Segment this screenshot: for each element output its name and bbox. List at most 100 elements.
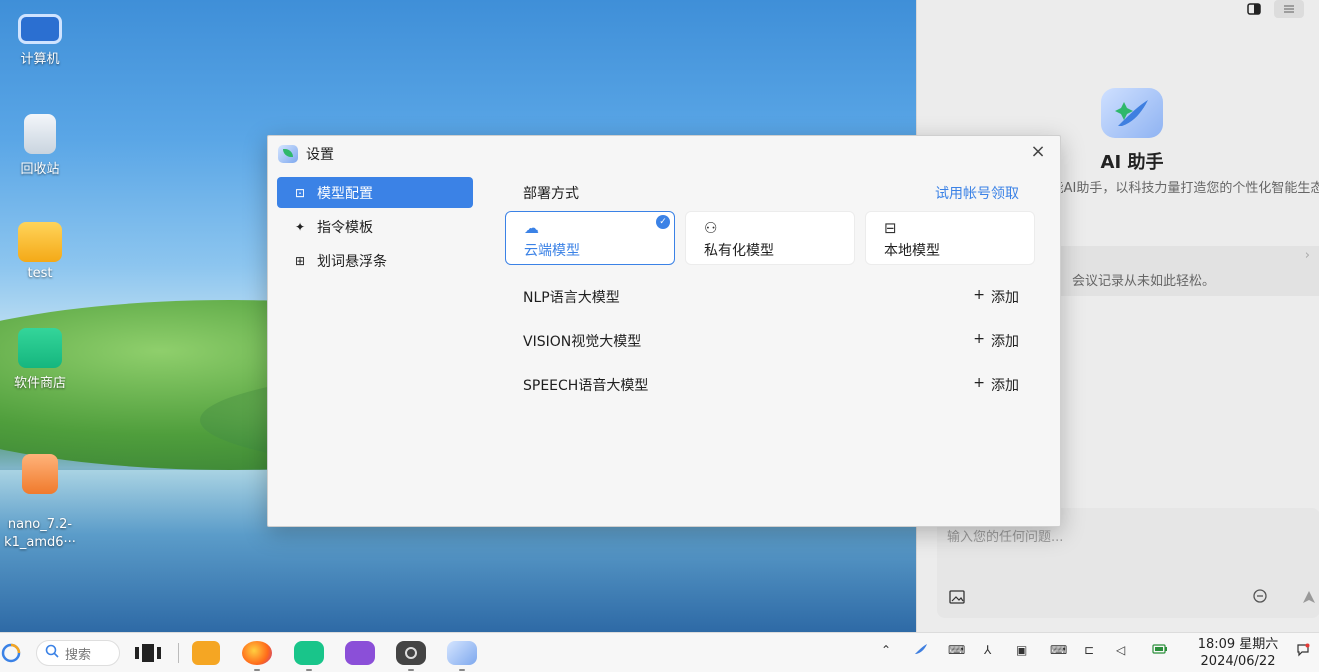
desktop-icon-software-store[interactable]: 软件商店	[0, 328, 80, 391]
sidebar-item-label: 模型配置	[317, 185, 373, 202]
multitask-view-icon[interactable]	[132, 641, 164, 665]
sidebar-item-model-config[interactable]: ⊡ 模型配置	[277, 177, 473, 208]
file-manager-icon[interactable]	[192, 641, 220, 665]
grid-icon: ⊞	[294, 253, 306, 268]
settings-dialog: 设置 × ⊡ 模型配置 ✦ 指令模板 ⊞ 划词悬浮条 部署方式 试用帐号领取 ☁…	[267, 135, 1061, 527]
plus-icon: +	[973, 375, 985, 391]
network-icon[interactable]: ⅄	[984, 643, 991, 657]
deployment-option-label: 私有化模型	[704, 243, 774, 259]
taskbar-clock[interactable]: 18:09 星期六 2024/06/22	[1190, 636, 1286, 670]
refresh-icon[interactable]	[1252, 588, 1268, 608]
ai-assistant-app-icon	[278, 145, 298, 163]
deployment-options: ☁ 云端模型 ✓ ⚇ 私有化模型 ⊟ 本地模型	[505, 211, 1037, 265]
desktop-icon-label: 计算机	[20, 52, 60, 67]
package-icon	[22, 454, 58, 494]
notification-center-icon[interactable]	[1296, 643, 1310, 660]
deployment-option-label: 云端模型	[524, 243, 580, 259]
clipboard-icon[interactable]: ▣	[1016, 643, 1027, 657]
ai-assistant-logo	[1101, 88, 1163, 138]
volume-icon[interactable]: ◁	[1116, 643, 1125, 657]
deployment-option-private[interactable]: ⚇ 私有化模型	[685, 211, 855, 265]
sidebar-item-command-templates[interactable]: ✦ 指令模板	[277, 211, 473, 242]
add-vision-model-button[interactable]: + 添加	[973, 331, 1019, 351]
search-placeholder: 搜索	[65, 647, 92, 663]
settings-content: 部署方式 试用帐号领取 ☁ 云端模型 ✓ ⚇ 私有化模型 ⊟ 本地模型 NLP语…	[505, 176, 1037, 407]
settings-app-icon[interactable]	[396, 641, 426, 665]
ai-feature-card-text: 会议记录从未如此轻松。	[1072, 274, 1216, 289]
desktop-icon-trash[interactable]: 回收站	[0, 114, 80, 177]
model-row-nlp: NLP语言大模型 + 添加	[505, 275, 1037, 319]
model-icon: ⊡	[294, 185, 306, 200]
start-menu-icon[interactable]	[0, 641, 22, 665]
deployment-heading: 部署方式	[523, 186, 579, 202]
plus-icon: +	[973, 331, 985, 347]
ai-assistant-taskbar-icon[interactable]	[447, 641, 477, 665]
plus-icon: +	[973, 287, 985, 303]
trial-account-link[interactable]: 试用帐号领取	[935, 183, 1019, 203]
keyboard-icon[interactable]: ⌨	[948, 643, 965, 657]
deployment-option-cloud[interactable]: ☁ 云端模型 ✓	[505, 211, 675, 265]
running-indicator	[254, 669, 260, 671]
sparkle-icon: ✦	[294, 219, 306, 234]
battery-icon[interactable]	[1152, 643, 1168, 657]
taskbar-search-input[interactable]: 搜索	[36, 640, 120, 666]
camera-app-icon[interactable]	[345, 641, 375, 665]
chevron-right-icon: ›	[1304, 248, 1310, 263]
deployment-option-local[interactable]: ⊟ 本地模型	[865, 211, 1035, 265]
desktop-icon-label: 回收站	[20, 162, 60, 177]
sidebar-item-label: 指令模板	[317, 219, 373, 236]
sidebar-item-selection-toolbar[interactable]: ⊞ 划词悬浮条	[277, 245, 473, 276]
running-indicator	[408, 669, 414, 671]
ai-assistant-tray-icon[interactable]	[914, 643, 928, 658]
search-icon	[45, 644, 59, 662]
user-settings-icon: ⚇	[704, 219, 718, 237]
add-speech-model-button[interactable]: + 添加	[973, 375, 1019, 395]
ai-question-placeholder: 输入您的任何问题...	[947, 530, 1064, 545]
firefox-icon[interactable]	[242, 641, 272, 665]
desktop-icon-computer[interactable]: 计算机	[0, 8, 80, 67]
desktop-icon-test-folder[interactable]: test	[0, 222, 80, 281]
model-row-label: NLP语言大模型	[523, 290, 620, 306]
add-button-label: 添加	[991, 290, 1019, 306]
checkmark-icon: ✓	[656, 215, 670, 229]
software-store-taskbar-icon[interactable]	[294, 641, 324, 665]
add-nlp-model-button[interactable]: + 添加	[973, 287, 1019, 307]
model-row-vision: VISION视觉大模型 + 添加	[505, 319, 1037, 363]
image-upload-icon[interactable]	[949, 590, 965, 608]
running-indicator	[459, 669, 465, 671]
dialog-title: 设置	[306, 147, 334, 163]
add-button-label: 添加	[991, 334, 1019, 350]
chevron-up-icon[interactable]: ⌃	[881, 643, 891, 657]
clock-date: 2024/06/22	[1200, 654, 1276, 669]
notification-settings-icon[interactable]: ⊏	[1084, 643, 1094, 657]
desktop-icon-nano-package[interactable]: nano_7.2- k1_amd6···	[0, 436, 80, 570]
trash-icon	[24, 114, 56, 154]
folder-icon	[18, 222, 62, 262]
store-icon	[18, 328, 62, 368]
send-icon[interactable]	[1302, 590, 1316, 608]
desktop-icon-label: 软件商店	[13, 376, 66, 391]
model-row-speech: SPEECH语音大模型 + 添加	[505, 363, 1037, 407]
desktop-icon-label: test	[27, 266, 53, 281]
taskbar-divider	[178, 643, 179, 663]
deployment-option-label: 本地模型	[884, 243, 940, 259]
deployment-section-header: 部署方式 试用帐号领取	[505, 176, 1037, 210]
close-icon[interactable]: ×	[1028, 142, 1048, 162]
ai-assistant-description: 全能AI助手，以科技力量打造您的个性化智能生态。	[1037, 181, 1319, 196]
running-indicator	[306, 669, 312, 671]
model-row-label: VISION视觉大模型	[523, 334, 642, 350]
desktop-icon-label: nano_7.2- k1_amd6···	[4, 517, 76, 550]
add-button-label: 添加	[991, 378, 1019, 394]
cloud-icon: ☁	[524, 219, 539, 237]
clock-time: 18:09 星期六	[1197, 637, 1279, 652]
computer-icon	[18, 14, 62, 44]
settings-sidebar: ⊡ 模型配置 ✦ 指令模板 ⊞ 划词悬浮条	[277, 177, 473, 279]
input-method-icon[interactable]: ⌨	[1050, 643, 1067, 657]
taskbar: 搜索 ⌃ ⌨ ⅄ ▣ ⌨ ⊏ ◁ 18:09 星期六 2024/06/22	[0, 632, 1319, 672]
ai-assistant-title: AI 助手	[1100, 152, 1164, 173]
menu-icon[interactable]	[1274, 0, 1304, 18]
laptop-settings-icon: ⊟	[884, 219, 897, 237]
model-row-label: SPEECH语音大模型	[523, 378, 649, 394]
sidebar-toggle-icon[interactable]	[1239, 0, 1269, 18]
dialog-titlebar: 设置	[278, 144, 334, 164]
